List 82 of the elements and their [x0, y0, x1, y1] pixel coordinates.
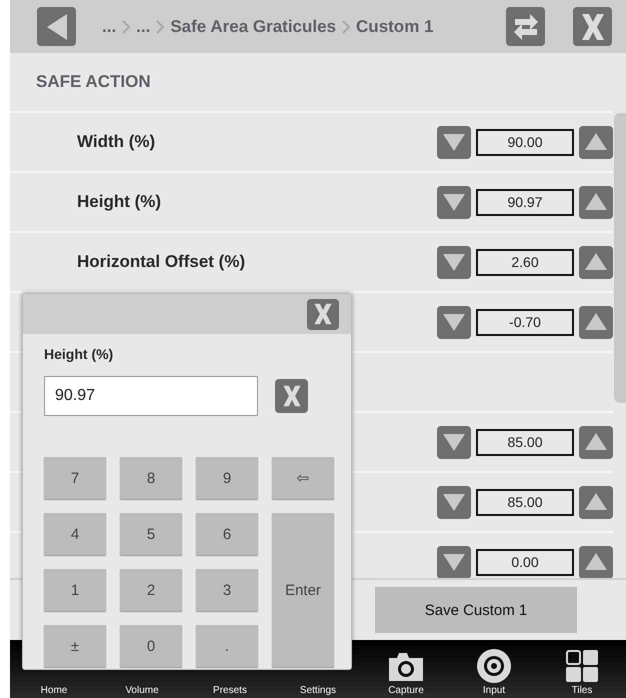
value-field[interactable]: -0.70: [476, 308, 574, 336]
keypad-key[interactable]: 7: [44, 457, 106, 499]
clear-button[interactable]: [275, 379, 308, 413]
up-triangle-icon: [584, 492, 608, 512]
decrement-button[interactable]: [437, 126, 471, 158]
up-triangle-icon: [584, 252, 608, 272]
keypad-key[interactable]: .: [196, 625, 258, 667]
down-triangle-icon: [442, 432, 466, 452]
value-field[interactable]: 2.60: [476, 248, 574, 276]
down-triangle-icon: [442, 492, 466, 512]
chevron-icon: [342, 20, 350, 34]
decrement-button[interactable]: [437, 306, 471, 338]
section-title: SAFE ACTION: [36, 72, 151, 92]
increment-button[interactable]: [579, 246, 613, 278]
nav-label[interactable]: Capture: [388, 685, 424, 696]
up-triangle-icon: [584, 552, 608, 572]
setting-label: Height (%): [77, 192, 162, 212]
clear-icon: [280, 384, 302, 408]
increment-button[interactable]: [579, 186, 613, 218]
down-triangle-icon: [442, 132, 466, 152]
keypad-key[interactable]: ⇦: [272, 457, 334, 499]
breadcrumb-item[interactable]: ...: [136, 16, 150, 36]
value-field[interactable]: 0.00: [476, 548, 574, 576]
increment-button[interactable]: [579, 546, 613, 578]
nav-label[interactable]: Input: [482, 685, 506, 696]
keypad-key[interactable]: 1: [44, 569, 106, 611]
back-button[interactable]: [37, 7, 76, 46]
disc-icon[interactable]: [476, 648, 512, 684]
scrollbar[interactable]: [614, 113, 626, 403]
keypad-key[interactable]: 3: [196, 569, 258, 611]
nav-label[interactable]: Presets: [213, 685, 247, 696]
breadcrumb-item[interactable]: Custom 1: [356, 16, 434, 36]
decrement-button[interactable]: [437, 186, 471, 218]
increment-button[interactable]: [579, 126, 613, 158]
breadcrumb-item[interactable]: Safe Area Graticules: [170, 16, 336, 36]
tiles-icon[interactable]: [566, 650, 598, 682]
input-field[interactable]: 90.97: [44, 376, 258, 416]
field-label: Height (%): [44, 346, 114, 362]
value-field[interactable]: 90.00: [476, 128, 574, 156]
value-field[interactable]: 85.00: [476, 488, 574, 516]
down-triangle-icon: [442, 312, 466, 332]
nav-label[interactable]: Home: [40, 685, 68, 696]
swap-arrows-icon: [512, 12, 540, 42]
down-triangle-icon: [442, 252, 466, 272]
swap-button[interactable]: [506, 7, 545, 46]
value-field[interactable]: 90.97: [476, 188, 574, 216]
keypad-key[interactable]: 2: [120, 569, 182, 611]
close-button[interactable]: [307, 298, 339, 330]
keypad-key[interactable]: 0: [120, 625, 182, 667]
nav-label[interactable]: Tiles: [572, 685, 592, 696]
increment-button[interactable]: [579, 306, 613, 338]
keypad-key[interactable]: 5: [120, 513, 182, 555]
setting-label: Width (%): [77, 132, 156, 152]
increment-button[interactable]: [579, 486, 613, 518]
keypad-key[interactable]: Enter: [272, 513, 334, 667]
camera-icon[interactable]: [387, 650, 425, 682]
decrement-button[interactable]: [437, 546, 471, 578]
keypad-key[interactable]: ±: [44, 625, 106, 667]
nav-label[interactable]: Volume: [125, 685, 159, 696]
up-triangle-icon: [584, 132, 608, 152]
keypad-key[interactable]: 6: [196, 513, 258, 555]
down-triangle-icon: [442, 552, 466, 572]
increment-button[interactable]: [579, 426, 613, 458]
decrement-button[interactable]: [437, 246, 471, 278]
close-button[interactable]: [573, 7, 612, 46]
value-field[interactable]: 85.00: [476, 428, 574, 456]
up-triangle-icon: [584, 432, 608, 452]
keypad-key[interactable]: 9: [196, 457, 258, 499]
chevron-icon: [122, 20, 130, 34]
keypad-key[interactable]: 4: [44, 513, 106, 555]
decrement-button[interactable]: [437, 426, 471, 458]
chevron-icon: [156, 20, 164, 34]
close-icon: [312, 302, 334, 326]
nav-label[interactable]: Settings: [300, 685, 336, 696]
setting-label: Horizontal Offset (%): [77, 252, 246, 272]
up-triangle-icon: [584, 192, 608, 212]
up-triangle-icon: [584, 312, 608, 332]
decrement-button[interactable]: [437, 486, 471, 518]
keypad-key[interactable]: 8: [120, 457, 182, 499]
breadcrumb-item[interactable]: ...: [102, 16, 116, 36]
save-button[interactable]: Save Custom 1: [375, 587, 577, 633]
down-triangle-icon: [442, 192, 466, 212]
